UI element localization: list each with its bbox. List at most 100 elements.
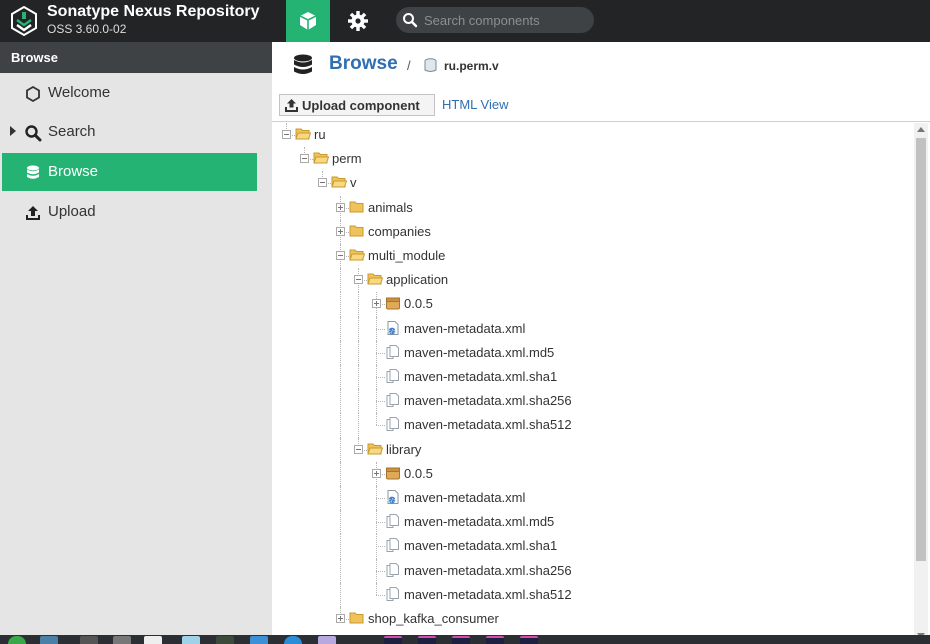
tree-guide-line: [358, 316, 359, 341]
taskbar-app-icon[interactable]: [250, 636, 268, 644]
taskbar-app-icon[interactable]: [418, 636, 436, 644]
taskbar-app-icon[interactable]: [318, 636, 336, 644]
tree-node-label[interactable]: animals: [368, 200, 413, 215]
tree-node[interactable]: maven-metadata.xml.md5: [272, 510, 912, 535]
scroll-up-arrow-icon[interactable]: [917, 127, 925, 132]
tree-node-label[interactable]: v: [350, 175, 357, 190]
tree-node-label[interactable]: multi_module: [368, 248, 445, 263]
tree-node[interactable]: </> maven-metadata.xml: [272, 486, 912, 511]
tree-guide-line: [340, 316, 341, 341]
hexagon-icon: [26, 85, 40, 103]
tree-node-label[interactable]: maven-metadata.xml.sha1: [404, 369, 557, 384]
taskbar-app-icon[interactable]: [384, 636, 402, 644]
file-icon: [386, 344, 399, 359]
admin-settings-button[interactable]: [336, 0, 380, 42]
sidebar-item-welcome[interactable]: Welcome: [2, 74, 257, 112]
tree-node[interactable]: maven-metadata.xml.sha1: [272, 365, 912, 390]
tree-node-label[interactable]: maven-metadata.xml: [404, 490, 525, 505]
tree-node-label[interactable]: library: [386, 442, 421, 457]
taskbar-app-icon[interactable]: [40, 636, 58, 644]
tree-node-label[interactable]: 0.0.5: [404, 466, 433, 481]
tree-node[interactable]: 0.0.5: [272, 292, 912, 317]
tree-guide-line: [376, 498, 385, 500]
tree-node[interactable]: v: [272, 171, 912, 195]
tree-node-label[interactable]: 0.0.5: [404, 296, 433, 311]
taskbar-app-icon[interactable]: [486, 636, 504, 644]
browse-mode-button[interactable]: [286, 0, 330, 42]
tree-scrollbar[interactable]: [914, 123, 928, 644]
html-view-link[interactable]: HTML View: [442, 97, 508, 112]
expand-toggle-icon[interactable]: [372, 299, 381, 309]
sidebar-item-browse[interactable]: Browse: [2, 153, 257, 191]
taskbar-app-icon[interactable]: [8, 636, 26, 644]
tree-node[interactable]: shop_kafka_consumer: [272, 607, 912, 631]
nexus-logo-icon[interactable]: [10, 6, 38, 36]
taskbar-app-icon[interactable]: [216, 636, 234, 644]
collapse-toggle-icon[interactable]: [354, 275, 363, 285]
tree-node-label[interactable]: maven-metadata.xml.sha512: [404, 587, 572, 602]
taskbar-app-icon[interactable]: [113, 636, 131, 644]
tree-node[interactable]: maven-metadata.xml.sha1: [272, 534, 912, 559]
breadcrumb: Browse / ru.perm.v: [272, 42, 930, 88]
tree-node-label[interactable]: maven-metadata.xml.sha256: [404, 393, 572, 408]
file-icon: [386, 393, 399, 408]
sidebar-item-search[interactable]: Search: [2, 113, 257, 151]
taskbar-app-icon[interactable]: [284, 636, 302, 644]
tree-node-label[interactable]: maven-metadata.xml: [404, 321, 525, 336]
collapse-toggle-icon[interactable]: [318, 178, 327, 188]
collapse-toggle-icon[interactable]: [300, 154, 309, 164]
expand-toggle-icon[interactable]: [372, 468, 381, 478]
taskbar-app-icon[interactable]: [520, 636, 538, 644]
sidebar-item-label: Welcome: [48, 84, 111, 101]
expand-toggle-icon[interactable]: [336, 226, 345, 236]
gear-icon: [348, 11, 368, 31]
search-components-input[interactable]: Search components: [396, 7, 594, 33]
expand-toggle-icon[interactable]: [336, 614, 345, 623]
tree-node[interactable]: ru: [272, 123, 912, 147]
upload-component-button[interactable]: Upload component: [279, 94, 435, 116]
tree-guide-line: [376, 413, 377, 426]
taskbar-app-icon[interactable]: [80, 636, 98, 644]
tree-guide-line: [376, 522, 385, 524]
expand-caret-icon[interactable]: [10, 126, 16, 136]
tree-guide-line: [358, 413, 359, 438]
tree-node-label[interactable]: companies: [368, 224, 431, 239]
tree-node-label[interactable]: maven-metadata.xml.md5: [404, 514, 554, 529]
tree-node[interactable]: perm: [272, 147, 912, 171]
tree-node[interactable]: companies: [272, 219, 912, 244]
tree-node[interactable]: maven-metadata.xml.sha256: [272, 389, 912, 414]
tree-node[interactable]: maven-metadata.xml.sha256: [272, 558, 912, 583]
tree-node[interactable]: maven-metadata.xml.sha512: [272, 413, 912, 438]
tree-node-label[interactable]: maven-metadata.xml.sha512: [404, 417, 572, 432]
tree-node-label[interactable]: maven-metadata.xml.sha1: [404, 538, 557, 553]
tree-guide-line: [358, 292, 359, 317]
tree-node[interactable]: maven-metadata.xml.md5: [272, 340, 912, 365]
expand-toggle-icon[interactable]: [336, 202, 345, 212]
tree-guide-line: [340, 534, 341, 559]
tree-node[interactable]: animals: [272, 195, 912, 220]
folder-open-icon: [367, 273, 383, 285]
scrollbar-thumb[interactable]: [916, 138, 926, 561]
collapse-toggle-icon[interactable]: [354, 444, 363, 454]
tree-node-label[interactable]: shop_kafka_consumer: [368, 611, 499, 626]
tree-guide-line: [340, 558, 341, 583]
app-title: Sonatype Nexus Repository: [47, 3, 260, 20]
breadcrumb-browse-link[interactable]: Browse: [329, 53, 398, 75]
tree-node-label[interactable]: maven-metadata.xml.md5: [404, 345, 554, 360]
tree-node[interactable]: application: [272, 268, 912, 293]
tree-node-label[interactable]: maven-metadata.xml.sha256: [404, 563, 572, 578]
taskbar-app-icon[interactable]: [182, 636, 200, 644]
collapse-toggle-icon[interactable]: [336, 251, 345, 260]
tree-node[interactable]: 0.0.5: [272, 461, 912, 486]
sidebar-item-upload[interactable]: Upload: [2, 193, 257, 231]
tree-node[interactable]: multi_module: [272, 244, 912, 269]
collapse-toggle-icon[interactable]: [282, 130, 291, 139]
tree-node-label[interactable]: ru: [314, 127, 326, 142]
tree-node-label[interactable]: application: [386, 272, 448, 287]
tree-node[interactable]: library: [272, 437, 912, 462]
tree-node[interactable]: maven-metadata.xml.sha512: [272, 582, 912, 607]
tree-node[interactable]: </> maven-metadata.xml: [272, 316, 912, 341]
taskbar-app-icon[interactable]: [452, 636, 470, 644]
tree-node-label[interactable]: perm: [332, 151, 362, 166]
taskbar-app-icon[interactable]: [144, 636, 162, 644]
